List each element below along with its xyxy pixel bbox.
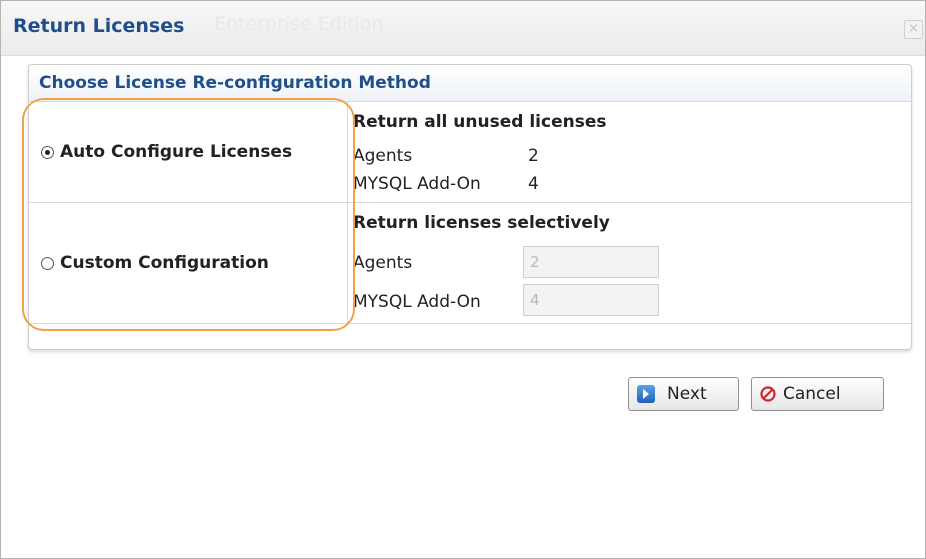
dialog-subtitle: Enterprise Edition: [214, 13, 384, 35]
custom-agents-label: Agents: [353, 253, 413, 273]
auto-heading: Return all unused licenses: [353, 112, 607, 132]
auto-configure-row: Auto Configure Licenses Return all unuse…: [29, 102, 911, 203]
custom-configuration-radio[interactable]: [41, 256, 54, 270]
dialog-titlebar[interactable]: Return Licenses Enterprise Edition ×: [1, 1, 925, 56]
cancel-button[interactable]: Cancel: [751, 377, 884, 411]
custom-mysql-input[interactable]: [523, 284, 659, 316]
next-button[interactable]: Next: [628, 377, 739, 411]
custom-agents-input[interactable]: [523, 246, 659, 278]
custom-configuration-row: Custom Configuration Return licenses sel…: [29, 203, 911, 324]
return-licenses-dialog: Return Licenses Enterprise Edition × Cho…: [0, 0, 926, 559]
custom-configuration-option[interactable]: Custom Configuration: [41, 253, 269, 273]
close-icon: ×: [908, 21, 919, 36]
auto-configure-label: Auto Configure Licenses: [60, 142, 293, 162]
auto-configure-radio[interactable]: [41, 145, 54, 159]
custom-configuration-option-cell: Custom Configuration: [29, 203, 348, 323]
auto-configure-option[interactable]: Auto Configure Licenses: [41, 142, 292, 162]
auto-mysql-label: MYSQL Add-On: [353, 174, 481, 194]
arrow-right-icon: [637, 385, 655, 403]
panel-header: Choose License Re-configuration Method: [29, 65, 911, 102]
panel-title: Choose License Re-configuration Method: [39, 73, 431, 93]
dialog-title: Return Licenses: [13, 15, 185, 37]
no-entry-icon: [760, 386, 776, 402]
license-method-panel: Choose License Re-configuration Method A…: [28, 64, 912, 350]
auto-configure-option-cell: Auto Configure Licenses: [29, 102, 348, 202]
custom-configuration-label: Custom Configuration: [60, 253, 269, 273]
next-button-label: Next: [667, 384, 707, 404]
auto-mysql-value: 4: [528, 174, 539, 194]
custom-mysql-label: MYSQL Add-On: [353, 292, 481, 312]
cancel-button-label: Cancel: [783, 384, 841, 404]
close-button[interactable]: ×: [904, 20, 923, 39]
custom-heading: Return licenses selectively: [353, 213, 610, 233]
auto-agents-value: 2: [528, 146, 539, 166]
auto-agents-label: Agents: [353, 146, 413, 166]
